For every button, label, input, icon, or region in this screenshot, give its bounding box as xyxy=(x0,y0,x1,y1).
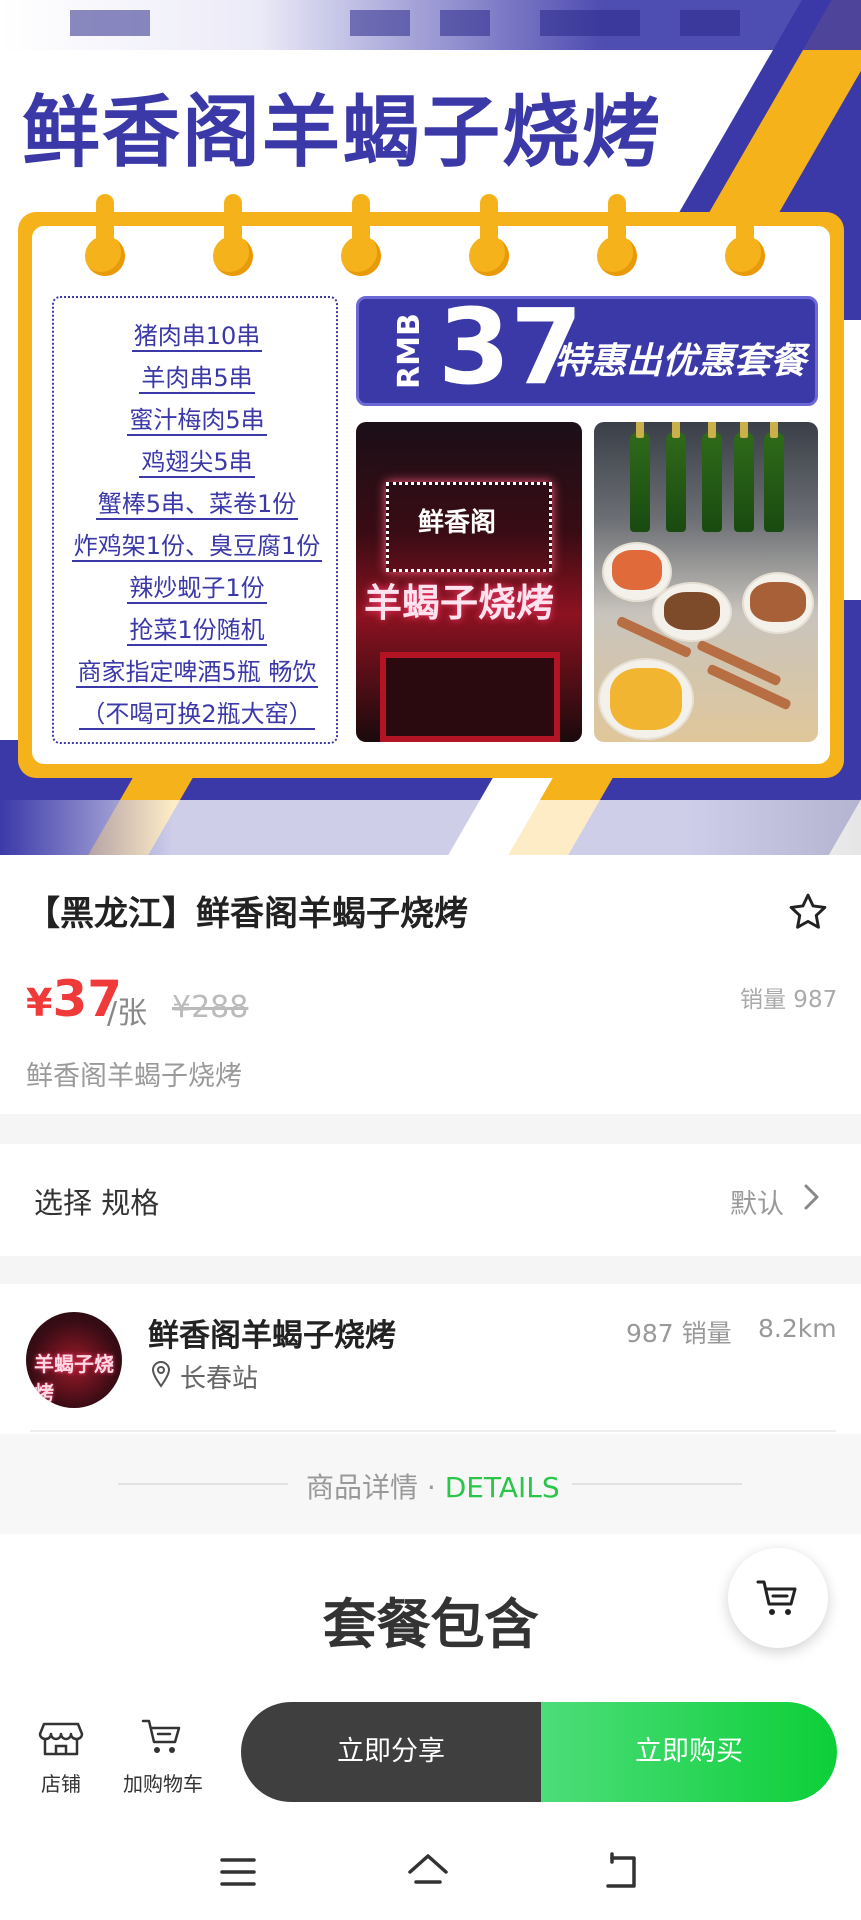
chevron-right-icon xyxy=(804,1184,819,1210)
shop-distance: 8.2km xyxy=(758,1314,837,1343)
divider xyxy=(118,1483,288,1485)
product-banner-image: 鲜香阁羊蝎子烧烤 猪肉串10串 羊肉串5串 蜜汁梅肉5串 鸡翅尖5串 蟹棒5串、… xyxy=(0,0,861,855)
add-to-cart-button[interactable]: 加购物车 xyxy=(118,1714,208,1797)
menu-item: （不喝可换2瓶大窑） xyxy=(79,700,315,730)
store-icon xyxy=(38,1722,84,1756)
location-pin-icon xyxy=(151,1360,171,1388)
menu-item: 商家指定啤酒5瓶 畅饮 xyxy=(75,658,319,688)
menu-icon[interactable] xyxy=(216,1850,260,1894)
share-button[interactable]: 立即分享 xyxy=(241,1702,541,1802)
spec-label: 选择 规格 xyxy=(34,1186,160,1220)
menu-item: 蜜汁梅肉5串 xyxy=(127,406,267,436)
shop-name[interactable]: 鲜香阁羊蝎子烧烤 xyxy=(148,1310,396,1355)
food-photo xyxy=(594,422,818,742)
menu-item: 鸡翅尖5串 xyxy=(139,448,255,478)
back-icon[interactable] xyxy=(598,1850,642,1894)
menu-item: 猪肉串10串 xyxy=(131,322,263,352)
shop-avatar[interactable]: 羊蝎子烧烤 xyxy=(26,1312,122,1408)
menu-item: 羊肉串5串 xyxy=(139,364,255,394)
sales-count: 销量 987 xyxy=(740,987,838,1013)
product-title: 【黑龙江】鲜香阁羊蝎子烧烤 xyxy=(26,894,468,934)
home-icon[interactable] xyxy=(406,1850,450,1894)
section-gap xyxy=(0,1114,861,1144)
banner-menu-list: 猪肉串10串 羊肉串5串 蜜汁梅肉5串 鸡翅尖5串 蟹棒5串、菜卷1份 炸鸡架1… xyxy=(52,296,338,744)
add-to-cart-label: 加购物车 xyxy=(123,1772,203,1796)
banner-bottom-blurred xyxy=(0,800,861,855)
store-label: 店铺 xyxy=(41,1772,81,1796)
shop-location: 长春站 xyxy=(180,1364,259,1394)
buy-now-button[interactable]: 立即购买 xyxy=(541,1702,837,1802)
divider xyxy=(30,1430,836,1432)
shop-sales-count: 987 销量 xyxy=(626,1319,732,1348)
menu-item: 辣炒蚬子1份 xyxy=(127,574,267,604)
banner-price-currency: RMB xyxy=(392,313,427,389)
section-gap xyxy=(0,1256,861,1284)
product-subtitle: 鲜香阁羊蝎子烧烤 xyxy=(26,1061,242,1092)
star-icon[interactable] xyxy=(786,890,830,934)
divider xyxy=(572,1483,742,1485)
banner-price-tagline: 特惠出优惠套餐 xyxy=(554,341,807,382)
menu-item: 蟹棒5串、菜卷1份 xyxy=(95,490,299,520)
spec-value: 默认 xyxy=(730,1189,784,1220)
store-photo: 鲜香阁 羊蝎子烧烤 xyxy=(356,422,582,742)
floating-cart-button[interactable] xyxy=(728,1548,828,1648)
banner-title: 鲜香阁羊蝎子烧烤 xyxy=(22,88,663,178)
menu-item: 抢菜1份随机 xyxy=(127,616,267,646)
cart-icon xyxy=(756,1580,797,1615)
shop-info-row[interactable] xyxy=(0,1284,861,1432)
original-price: ¥288 xyxy=(172,990,249,1025)
store-button[interactable]: 店铺 xyxy=(16,1714,106,1797)
details-label: 商品详情 · DETAILS xyxy=(306,1471,560,1504)
price-unit: /张 xyxy=(107,996,148,1031)
menu-item: 炸鸡架1份、臭豆腐1份 xyxy=(71,532,323,562)
cart-icon xyxy=(141,1719,181,1753)
